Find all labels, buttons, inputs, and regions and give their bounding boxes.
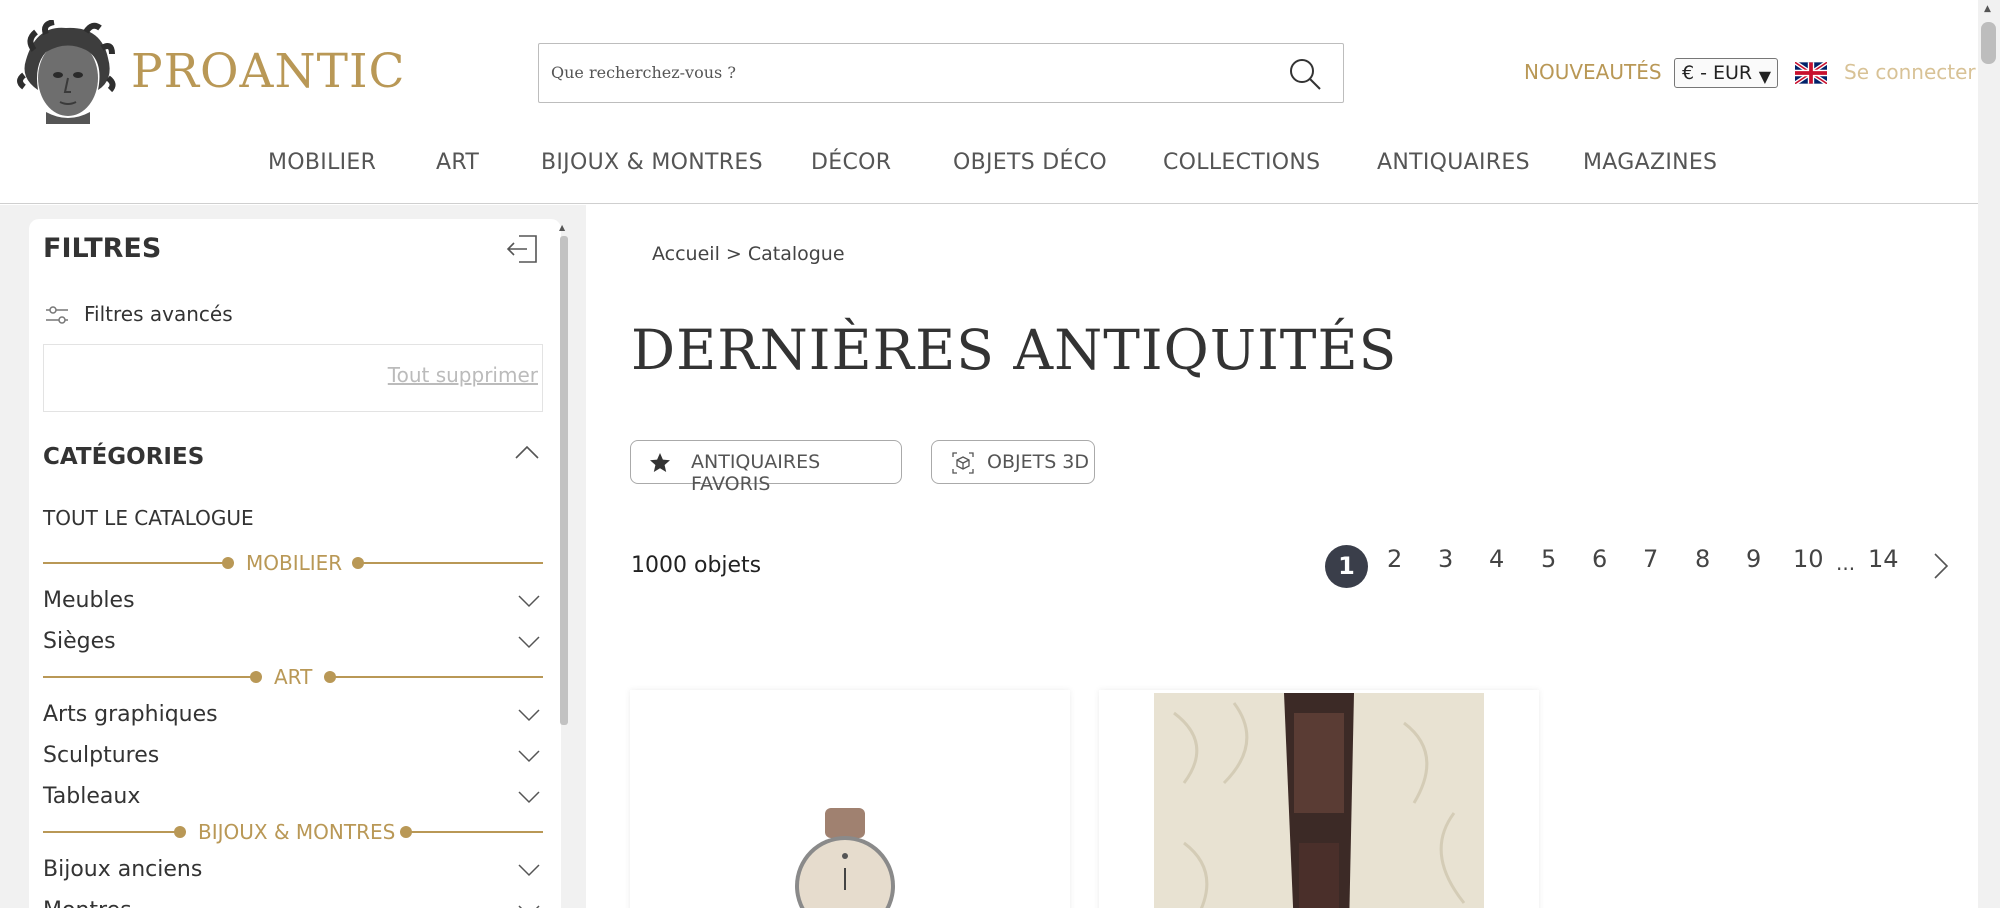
scroll-up-icon[interactable]: ▲ xyxy=(559,223,565,232)
main-nav: MOBILIER ART BIJOUX & MONTRES DÉCOR OBJE… xyxy=(0,150,1978,180)
page-link[interactable]: 8 xyxy=(1695,545,1710,589)
nav-item-magazines[interactable]: MAGAZINES xyxy=(1583,150,1717,175)
category-item-label: Meubles xyxy=(43,588,135,613)
favorite-dealers-label: ANTIQUAIRES FAVORIS xyxy=(691,451,821,495)
chevron-down-icon[interactable] xyxy=(517,790,541,804)
product-image-watch[interactable] xyxy=(780,808,910,908)
chevron-down-icon[interactable] xyxy=(517,594,541,608)
page-link[interactable]: 2 xyxy=(1387,545,1402,589)
page-link[interactable]: 4 xyxy=(1489,545,1504,589)
chevron-up-icon[interactable] xyxy=(513,443,541,463)
category-item[interactable]: Bijoux anciens xyxy=(43,855,543,885)
category-group-label: BIJOUX & MONTRES xyxy=(198,820,396,844)
results-count: 1000 objets xyxy=(631,553,762,578)
category-item-label: Montres xyxy=(43,898,132,908)
category-item-label: Tableaux xyxy=(43,784,141,809)
chevron-down-icon[interactable] xyxy=(517,863,541,877)
nav-item-art[interactable]: ART xyxy=(436,150,479,175)
page-link[interactable]: 9 xyxy=(1746,545,1761,589)
currency-select[interactable]: € - EUR ▼ xyxy=(1674,58,1778,88)
active-filters-box: Tout supprimer xyxy=(43,344,543,412)
search-icon[interactable] xyxy=(1287,56,1323,92)
favorite-dealers-button[interactable]: ANTIQUAIRES FAVORIS xyxy=(630,440,902,495)
search-input[interactable]: Que recherchez-vous ? xyxy=(538,43,1344,103)
page-scrollbar[interactable]: ▲ xyxy=(1978,0,2000,908)
filters-title: FILTRES xyxy=(43,233,162,264)
category-item[interactable]: Sièges xyxy=(43,627,543,657)
login-link[interactable]: Se connecter xyxy=(1844,60,1976,84)
category-item-label: Sculptures xyxy=(43,743,160,768)
nav-item-decor[interactable]: DÉCOR xyxy=(811,150,891,175)
category-item-label: Bijoux anciens xyxy=(43,857,203,882)
page-link[interactable]: 3 xyxy=(1438,545,1453,589)
category-item-label: Sièges xyxy=(43,629,116,654)
product-image-leather-case[interactable] xyxy=(1154,693,1484,908)
new-arrivals-link[interactable]: NOUVEAUTÉS xyxy=(1524,60,1662,84)
page-link[interactable]: 6 xyxy=(1592,545,1607,589)
nav-item-mobilier[interactable]: MOBILIER xyxy=(268,150,376,175)
page-link[interactable]: 5 xyxy=(1541,545,1556,589)
page-link-last[interactable]: 14 xyxy=(1868,545,1899,589)
nav-item-antiquaires[interactable]: ANTIQUAIRES xyxy=(1377,150,1530,175)
scroll-up-icon[interactable]: ▲ xyxy=(1984,4,1991,14)
pagination-ellipsis: ... xyxy=(1836,551,1856,575)
advanced-filters-link[interactable]: Filtres avancés xyxy=(84,302,233,326)
currency-value: € - EUR xyxy=(1682,62,1753,84)
category-item[interactable]: Tableaux xyxy=(43,782,543,812)
chevron-down-icon[interactable] xyxy=(517,708,541,722)
sidebar-scroll-thumb[interactable] xyxy=(560,236,568,725)
page-title: DERNIÈRES ANTIQUITÉS xyxy=(631,318,1398,382)
3d-objects-button[interactable]: OBJETS 3D xyxy=(931,440,1095,484)
chevron-down-icon[interactable] xyxy=(517,749,541,763)
breadcrumb[interactable]: Accueil > Catalogue xyxy=(652,243,845,265)
cube-3d-icon xyxy=(952,452,974,474)
uk-flag-icon[interactable] xyxy=(1795,62,1827,84)
nav-item-collections[interactable]: COLLECTIONS xyxy=(1163,150,1320,175)
page-link[interactable]: 10 xyxy=(1793,545,1824,589)
category-group-separator: ART xyxy=(43,665,543,689)
medusa-logo-icon[interactable] xyxy=(16,20,116,124)
brand-name[interactable]: PROANTIC xyxy=(131,44,406,99)
category-item[interactable]: Meubles xyxy=(43,586,543,616)
category-group-label: ART xyxy=(274,665,313,689)
page-scroll-thumb[interactable] xyxy=(1981,22,1996,64)
nav-item-bijoux-montres[interactable]: BIJOUX & MONTRES xyxy=(541,150,763,175)
category-item-label: Arts graphiques xyxy=(43,702,218,727)
chevron-right-icon[interactable] xyxy=(1932,551,1950,581)
product-card[interactable] xyxy=(630,690,1070,908)
category-group-separator: MOBILIER xyxy=(43,551,543,575)
clear-all-filters-link[interactable]: Tout supprimer xyxy=(388,363,538,387)
page-link[interactable]: 7 xyxy=(1643,545,1658,589)
3d-objects-label: OBJETS 3D xyxy=(987,451,1090,473)
chevron-down-icon[interactable] xyxy=(517,904,541,908)
category-item[interactable]: Arts graphiques xyxy=(43,700,543,730)
sidebar-scrollbar[interactable]: ▲ xyxy=(558,223,568,725)
chevron-down-icon: ▼ xyxy=(1758,67,1771,86)
star-icon xyxy=(650,453,670,472)
category-item[interactable]: Montres xyxy=(43,896,543,908)
chevron-down-icon[interactable] xyxy=(517,635,541,649)
sliders-icon[interactable] xyxy=(44,304,70,326)
category-item[interactable]: Sculptures xyxy=(43,741,543,771)
categories-title[interactable]: CATÉGORIES xyxy=(43,444,204,470)
product-card[interactable] xyxy=(1099,690,1539,908)
search-placeholder: Que recherchez-vous ? xyxy=(551,63,736,82)
category-group-label: MOBILIER xyxy=(246,551,343,575)
site-header: PROANTIC Que recherchez-vous ? NOUVEAUTÉ… xyxy=(0,0,1978,204)
page-current[interactable]: 1 xyxy=(1325,545,1368,588)
category-group-separator: BIJOUX & MONTRES xyxy=(43,820,543,844)
collapse-sidebar-icon[interactable] xyxy=(505,233,539,265)
nav-item-objets-deco[interactable]: OBJETS DÉCO xyxy=(953,150,1107,175)
all-catalog-link[interactable]: TOUT LE CATALOGUE xyxy=(43,506,254,530)
